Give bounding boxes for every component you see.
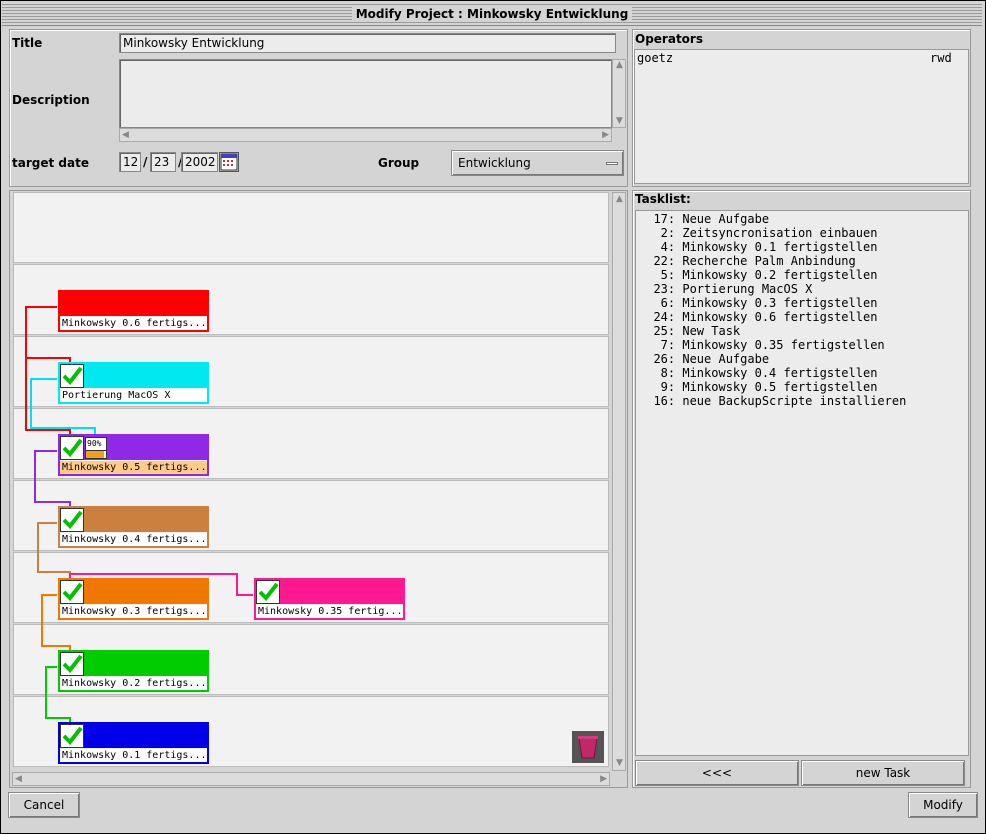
cancel-button[interactable]: Cancel <box>8 792 80 818</box>
trash-icon[interactable] <box>572 731 604 763</box>
task-box[interactable]: Minkowsky 0.3 fertigs... <box>58 578 209 620</box>
tasklist-item[interactable]: 5: Minkowsky 0.2 fertigstellen <box>639 268 965 282</box>
done-checkmark-icon <box>60 580 84 604</box>
task-color-bar <box>60 292 207 316</box>
tasklist-header: Tasklist: <box>635 192 691 206</box>
tasklist-item[interactable]: 22: Recherche Palm Anbindung <box>639 254 965 268</box>
tasklist-item[interactable]: 7: Minkowsky 0.35 fertigstellen <box>639 338 965 352</box>
tasklist-item[interactable]: 26: Neue Aufgabe <box>639 352 965 366</box>
progress-bar-fill <box>86 451 104 458</box>
tasklist-list[interactable]: 17: Neue Aufgabe 2: Zeitsyncronisation e… <box>635 210 969 756</box>
scroll-left-arrow-icon[interactable]: ◀ <box>15 775 22 784</box>
back-button[interactable]: <<< <box>635 760 799 786</box>
done-checkmark-icon <box>60 436 84 460</box>
task-label: Minkowsky 0.6 fertigs... <box>60 317 207 330</box>
task-box[interactable]: Minkowsky 0.6 fertigs... <box>58 290 209 332</box>
diagram-horizontal-scrollbar[interactable]: ◀ ▶ <box>12 772 610 786</box>
tasklist-item[interactable]: 6: Minkowsky 0.3 fertigstellen <box>639 296 965 310</box>
done-checkmark-icon <box>60 364 84 388</box>
tasklist-item[interactable]: 4: Minkowsky 0.1 fertigstellen <box>639 240 965 254</box>
task-label: Minkowsky 0.4 fertigs... <box>60 533 207 546</box>
tasklist-item[interactable]: 16: neue BackupScripte installieren <box>639 394 965 408</box>
progress-indicator: 90% <box>85 437 107 459</box>
new-task-button[interactable]: new Task <box>801 760 965 786</box>
done-checkmark-icon <box>256 580 280 604</box>
task-box[interactable]: Minkowsky 0.2 fertigs... <box>58 650 209 692</box>
tasklist-item[interactable]: 17: Neue Aufgabe <box>639 212 965 226</box>
tasklist-item[interactable]: 25: New Task <box>639 324 965 338</box>
tasklist-item[interactable]: 24: Minkowsky 0.6 fertigstellen <box>639 310 965 324</box>
tasklist-item[interactable]: 2: Zeitsyncronisation einbauen <box>639 226 965 240</box>
task-label: Minkowsky 0.2 fertigs... <box>60 677 207 690</box>
done-checkmark-icon <box>60 508 84 532</box>
tasklist-item[interactable]: 23: Portierung MacOS X <box>639 282 965 296</box>
task-box[interactable]: Minkowsky 0.1 fertigs... <box>58 722 209 764</box>
task-label: Minkowsky 0.35 fertig... <box>256 605 403 618</box>
tasklist-item[interactable]: 8: Minkowsky 0.4 fertigstellen <box>639 366 965 380</box>
modify-button[interactable]: Modify <box>908 792 978 818</box>
progress-label: 90% <box>87 439 102 448</box>
task-box[interactable]: Minkowsky 0.4 fertigs... <box>58 506 209 548</box>
done-checkmark-icon <box>60 652 84 676</box>
scroll-up-arrow-icon[interactable]: ▲ <box>616 195 623 204</box>
scroll-down-arrow-icon[interactable]: ▼ <box>616 759 623 768</box>
task-label: Minkowsky 0.1 fertigs... <box>60 749 207 762</box>
diagram-vertical-scrollbar[interactable]: ▲ ▼ <box>612 192 626 771</box>
tasklist-item[interactable]: 9: Minkowsky 0.5 fertigstellen <box>639 380 965 394</box>
scroll-right-arrow-icon[interactable]: ▶ <box>600 775 607 784</box>
task-box[interactable]: 90% Minkowsky 0.5 fertigs... <box>58 434 209 476</box>
task-label: Minkowsky 0.5 fertigs... <box>60 461 207 474</box>
done-checkmark-icon <box>60 724 84 748</box>
task-box[interactable]: Minkowsky 0.35 fertig... <box>254 578 405 620</box>
task-box[interactable]: Portierung MacOS X <box>58 362 209 404</box>
task-label: Minkowsky 0.3 fertigs... <box>60 605 207 618</box>
task-label: Portierung MacOS X <box>60 389 207 402</box>
progress-bar <box>86 450 106 458</box>
